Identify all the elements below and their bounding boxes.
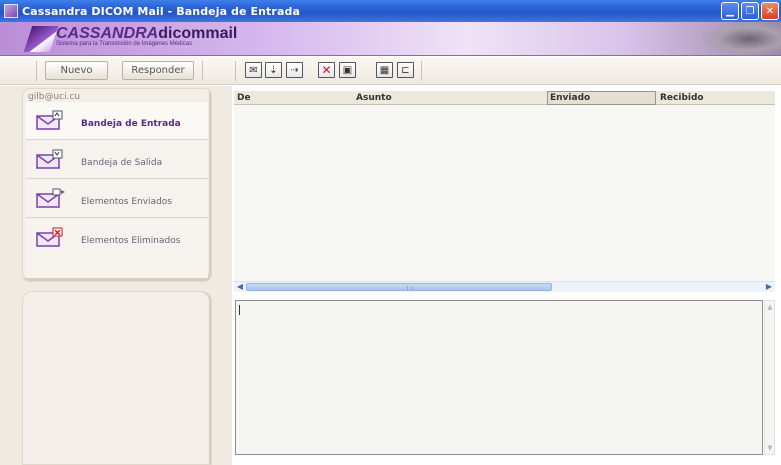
sent-envelope-icon <box>36 188 65 208</box>
message-preview[interactable] <box>235 300 763 455</box>
inbox-envelope-icon <box>36 110 63 130</box>
folder-label: Elementos Eliminados <box>81 236 181 246</box>
folder-deleted[interactable]: Elementos Eliminados <box>26 219 208 257</box>
logo-italic: CASSANDRA <box>56 25 159 42</box>
outbox-envelope-icon <box>36 149 63 169</box>
logo-rest: dicommail <box>158 25 238 42</box>
scroll-down-icon[interactable]: ▼ <box>766 444 774 452</box>
brand-banner: CASSANDRAdicommail Sistema para la Trans… <box>0 22 781 56</box>
scroll-right-icon[interactable]: ▶ <box>764 282 774 292</box>
new-button[interactable]: Nuevo <box>45 61 108 80</box>
dicom-send-icon[interactable]: ▦ <box>376 62 393 78</box>
toolbar-separator <box>421 61 422 81</box>
move-to-folder-icon[interactable]: ⇣ <box>265 62 282 78</box>
column-received[interactable]: Recibido <box>660 92 704 104</box>
minimize-button[interactable]: ▁ <box>721 2 739 20</box>
account-name: gilb@uci.cu <box>28 92 81 102</box>
column-sent[interactable]: Enviado <box>547 91 656 105</box>
secondary-panel <box>22 291 212 465</box>
banner-decoration <box>701 22 781 56</box>
mail-icon[interactable]: ✉ <box>245 62 262 78</box>
folder-label: Bandeja de Entrada <box>81 119 181 129</box>
logo-icon <box>23 26 59 52</box>
column-from[interactable]: De <box>237 92 251 104</box>
message-list[interactable] <box>234 105 775 281</box>
scrollbar-thumb[interactable] <box>246 283 552 291</box>
folder-list-filler <box>26 256 208 278</box>
move-out-icon[interactable]: ⇢ <box>286 62 303 78</box>
maximize-button[interactable]: ❐ <box>741 2 759 20</box>
horizontal-scrollbar[interactable]: ◀ ▶ <box>234 281 775 292</box>
image-icon[interactable]: ▣ <box>339 62 356 78</box>
window-controls: ▁ ❐ ✕ <box>721 2 779 20</box>
text-caret <box>239 305 240 315</box>
message-list-header: De Asunto Enviado Recibido <box>234 91 775 105</box>
folder-inbox[interactable]: Bandeja de Entrada <box>26 102 208 140</box>
toolbar-separator <box>202 61 203 81</box>
reply-button[interactable]: Responder <box>122 61 194 80</box>
window-title: Cassandra DICOM Mail - Bandeja de Entrad… <box>22 4 300 18</box>
folder-sent[interactable]: Elementos Enviados <box>26 180 208 218</box>
toolbar-separator <box>235 61 236 81</box>
deleted-envelope-icon <box>36 227 63 247</box>
folder-label: Elementos Enviados <box>81 197 172 207</box>
app-icon <box>4 4 18 18</box>
title-bar: Cassandra DICOM Mail - Bandeja de Entrad… <box>0 0 781 22</box>
toolbar-separator <box>36 61 37 81</box>
logo: CASSANDRAdicommail Sistema para la Trans… <box>56 25 237 47</box>
scroll-left-icon[interactable]: ◀ <box>235 282 245 292</box>
scroll-up-icon[interactable]: ▲ <box>766 303 774 311</box>
preview-scrollbar[interactable]: ▲ ▼ <box>764 300 775 455</box>
toolbar: Nuevo Responder ✉ ⇣ ⇢ ✕ ▣ ▦ ⊏ <box>0 57 781 85</box>
delete-icon[interactable]: ✕ <box>318 62 335 78</box>
folder-label: Bandeja de Salida <box>81 158 163 168</box>
column-subject[interactable]: Asunto <box>356 92 392 104</box>
connector-icon[interactable]: ⊏ <box>397 62 414 78</box>
folder-outbox[interactable]: Bandeja de Salida <box>26 141 208 179</box>
close-button[interactable]: ✕ <box>761 2 779 20</box>
grip-icon <box>407 286 413 290</box>
